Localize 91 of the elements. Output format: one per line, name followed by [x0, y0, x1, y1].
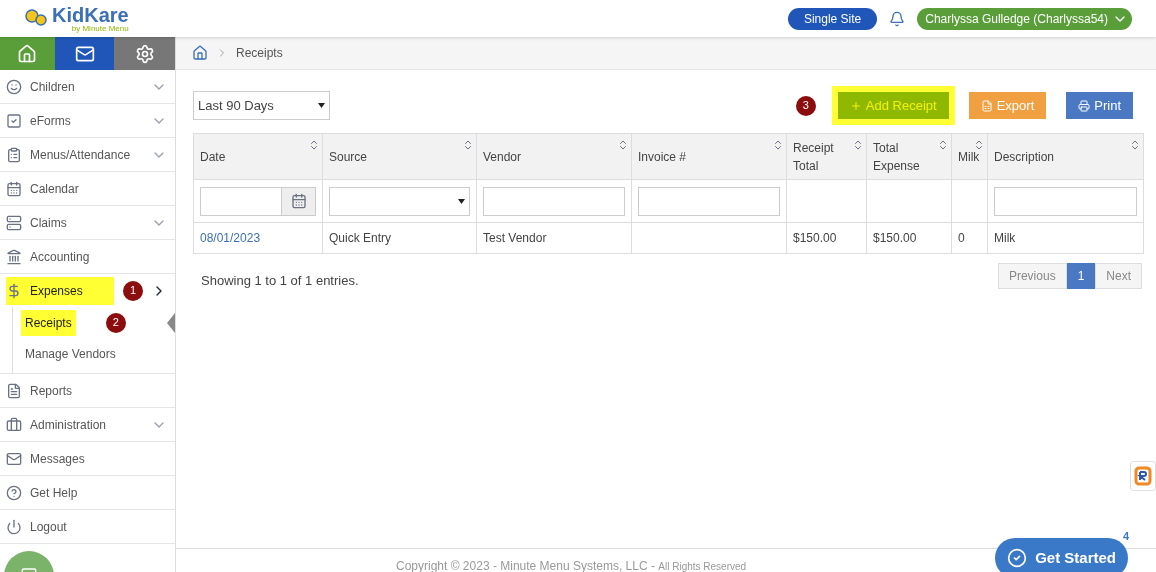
step-badge: 3	[795, 95, 816, 116]
filter-input-field[interactable]	[483, 186, 625, 216]
sidebar-item[interactable]: Messages	[0, 442, 175, 475]
rights-text: All Rights Reserved	[658, 561, 747, 572]
entries-info: Showing 1 to 1 of 1 entries.	[200, 272, 359, 290]
widget-icon[interactable]	[1130, 461, 1156, 491]
sort-icon	[617, 139, 629, 151]
sidebar-label: Claims	[30, 214, 67, 232]
calendar-icon[interactable]	[290, 193, 307, 209]
sort-icon	[852, 139, 864, 151]
sidebar-item[interactable]: Get Help	[0, 476, 175, 509]
document-icon	[980, 99, 993, 112]
sidebar-subitem[interactable]: Receipts 2	[13, 307, 175, 338]
sidebar-item[interactable]: Accounting	[0, 240, 175, 273]
caret-icon	[458, 198, 465, 204]
sidebar-item[interactable]: Reports	[0, 374, 175, 407]
logo-wordmark: KidKare	[52, 4, 129, 25]
column-header[interactable]: Vendor	[476, 133, 632, 180]
copyright-text: Copyright © 2023 - Minute Menu Systems, LLC -	[396, 559, 655, 572]
column-header[interactable]: Receipt Total	[786, 133, 867, 180]
filter-input-field[interactable]	[638, 186, 780, 216]
sort-icon	[1129, 139, 1141, 151]
help-icon	[6, 484, 22, 501]
sidebar-item[interactable]: Logout	[0, 510, 175, 543]
column-header[interactable]: Invoice #	[631, 133, 787, 180]
envelope-icon	[6, 450, 22, 467]
power-icon	[6, 518, 22, 535]
gear-icon	[134, 43, 155, 64]
column-header[interactable]: Milk	[951, 133, 988, 180]
caret-icon	[318, 103, 325, 108]
sidebar-label: Children	[30, 78, 75, 96]
calendar-icon	[6, 180, 22, 197]
checkbox-icon	[6, 112, 22, 129]
sidebar-item[interactable]: Administration	[0, 408, 175, 441]
sidebar-item[interactable]: Calendar	[0, 172, 175, 205]
briefcase-icon	[6, 416, 22, 433]
table-cell: Test Vendor	[483, 231, 547, 245]
sidebar-item[interactable]: Claims	[0, 206, 175, 239]
table-cell: 0	[958, 231, 965, 245]
table-cell: Quick Entry	[329, 231, 391, 245]
clipboard-icon	[6, 146, 22, 163]
logo-tagline: by Minute Menu	[71, 24, 129, 33]
action-button[interactable]: Print	[1066, 92, 1133, 119]
filter-input-field[interactable]	[994, 186, 1137, 216]
sort-icon	[937, 139, 949, 151]
sort-icon	[973, 139, 985, 151]
sidebar-label: Menus/Attendance	[30, 146, 131, 164]
settings-tab[interactable]	[114, 37, 175, 70]
home-tab[interactable]	[0, 37, 55, 70]
sidebar-label: Reports	[30, 382, 73, 400]
dollar-icon	[6, 282, 22, 299]
pagination-button[interactable]: 1	[1066, 263, 1096, 289]
plus-icon	[849, 99, 862, 112]
sidebar-label: Logout	[30, 518, 67, 536]
step-badge: 2	[105, 312, 126, 333]
bank-icon	[6, 248, 22, 265]
check-icon	[1007, 548, 1028, 568]
sidebar-item[interactable]: eForms	[0, 104, 175, 137]
notification-bell-icon[interactable]	[889, 10, 906, 27]
step-badge: 1	[123, 280, 143, 301]
sidebar-label: Expenses	[30, 282, 83, 300]
sidebar-label: Administration	[30, 416, 107, 434]
sort-icon	[772, 139, 784, 151]
table-cell: $150.00	[793, 231, 837, 245]
sidebar-item[interactable]: Children	[0, 70, 175, 103]
date-filter-field[interactable]	[200, 186, 316, 216]
stack-icon	[6, 214, 22, 231]
sidebar-subitem[interactable]: Manage Vendors	[13, 338, 175, 369]
sidebar-label: Get Help	[30, 484, 78, 502]
column-header[interactable]: Date	[193, 133, 323, 180]
breadcrumb-item: Receipts	[236, 45, 283, 62]
home-icon	[17, 43, 38, 64]
date-range-select[interactable]: Last 90 Days	[193, 91, 330, 120]
sort-icon	[308, 139, 320, 151]
table-cell: Milk	[994, 231, 1016, 245]
home-icon[interactable]	[192, 45, 208, 61]
sidebar-label: Accounting	[30, 248, 90, 266]
column-header[interactable]: Total Expense	[866, 133, 952, 180]
sidebar-label: Calendar	[30, 180, 79, 198]
smiley-icon	[6, 78, 22, 95]
sidebar-label: Messages	[30, 450, 85, 468]
site-button[interactable]: Single Site	[787, 7, 878, 30]
column-header[interactable]: Source	[322, 133, 477, 180]
printer-icon	[1078, 99, 1091, 112]
document-icon	[6, 382, 22, 399]
sidebar-item[interactable]: Menus/Attendance	[0, 138, 175, 171]
mail-tab[interactable]	[54, 37, 115, 70]
table-cell: $150.00	[873, 231, 917, 245]
column-header[interactable]: Description	[987, 133, 1144, 180]
sidebar-label: eForms	[30, 112, 71, 130]
sort-icon	[462, 139, 474, 151]
